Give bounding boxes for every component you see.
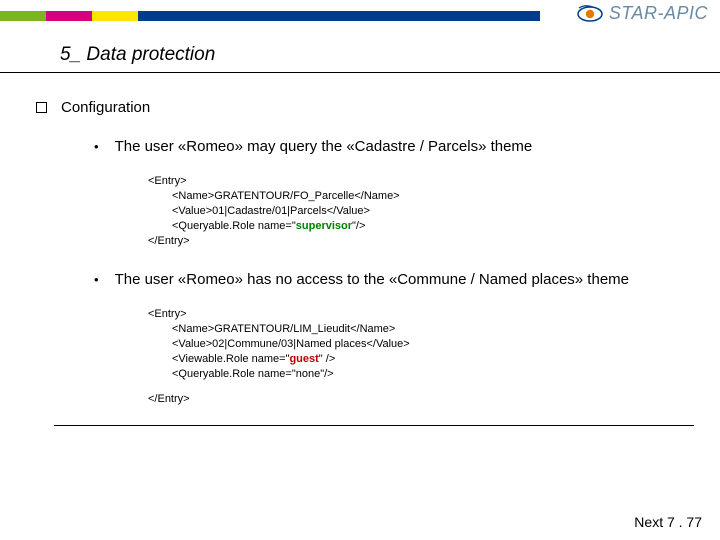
title-divider	[0, 72, 720, 73]
checkbox-icon	[36, 102, 47, 113]
footer-divider	[54, 425, 694, 426]
brand-name: STAR-APIC	[609, 3, 708, 24]
code-line: <Name>GRATENTOUR/FO_Parcelle</Name>	[172, 189, 690, 204]
bullet-item: • The user «Romeo» has no access to the …	[94, 271, 690, 407]
footer-text: Next 7 . 77	[634, 514, 702, 530]
brand-stripes	[0, 11, 540, 21]
bullet-icon: •	[94, 138, 99, 156]
code-line: <Entry>	[148, 307, 690, 322]
highlight: supervisor	[296, 220, 352, 232]
code-line: <Value>01|Cadastre/01|Parcels</Value>	[172, 204, 690, 219]
code-line: <Value>02|Commune/03|Named places</Value…	[172, 337, 690, 352]
code-line: <Name>GRATENTOUR/LIM_Lieudit</Name>	[172, 322, 690, 337]
code-block: <Entry> <Name>GRATENTOUR/FO_Parcelle</Na…	[148, 174, 690, 249]
slide-body: 5_ Data protection Configuration • The u…	[0, 22, 720, 426]
brand: STAR-APIC	[577, 3, 708, 24]
eye-icon	[577, 5, 603, 23]
bullet-text: The user «Romeo» may query the «Cadastre…	[115, 138, 533, 156]
section-title: Configuration	[61, 99, 150, 116]
code-line: </Entry>	[148, 392, 690, 407]
page-title: 5_ Data protection	[60, 44, 690, 66]
bullet-icon: •	[94, 271, 99, 289]
code-line: <Viewable.Role name="guest" />	[172, 352, 690, 367]
code-block: <Entry> <Name>GRATENTOUR/LIM_Lieudit</Na…	[148, 307, 690, 407]
highlight: guest	[289, 353, 318, 365]
code-line: <Queryable.Role name="supervisor"/>	[172, 219, 690, 234]
bullet-text: The user «Romeo» has no access to the «C…	[115, 271, 629, 289]
code-line: <Queryable.Role name="none"/>	[172, 367, 690, 382]
section-row: Configuration	[36, 99, 690, 116]
topbar: STAR-APIC	[0, 0, 720, 22]
code-line: <Entry>	[148, 174, 690, 189]
code-line: </Entry>	[148, 234, 690, 249]
bullet-item: • The user «Romeo» may query the «Cadast…	[94, 138, 690, 249]
